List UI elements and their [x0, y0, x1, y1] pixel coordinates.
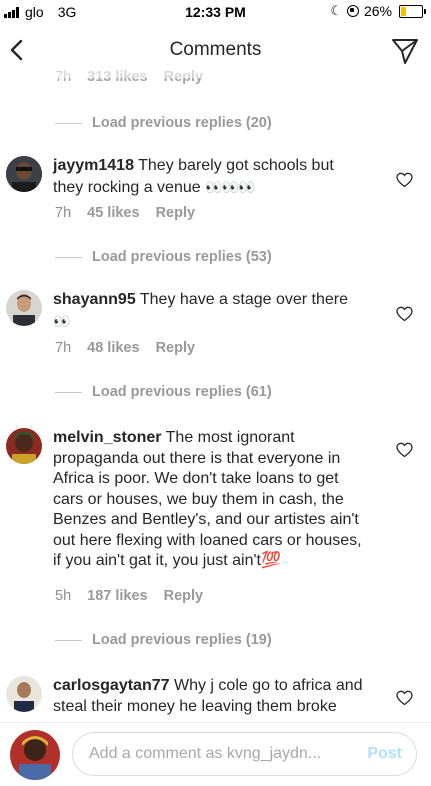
reply-button[interactable]: Reply — [164, 588, 204, 604]
comment-time: 5h — [55, 588, 72, 604]
avatar[interactable] — [6, 290, 42, 326]
comment-input-box[interactable]: Post — [72, 732, 417, 776]
comment-text: The most ignorant propaganda out there i… — [53, 429, 362, 569]
divider-line — [55, 122, 82, 124]
comment-time: 7h — [55, 340, 72, 356]
comment-meta: 5h 187 likes Reply — [55, 588, 203, 604]
comment-username[interactable]: carlosgaytan77 — [53, 677, 170, 694]
load-previous-label: Load previous replies (61) — [92, 384, 272, 400]
reply-button[interactable]: Reply — [156, 205, 196, 221]
orientation-lock-icon — [346, 5, 359, 17]
moon-icon: ☾ — [330, 3, 342, 18]
heart-icon[interactable] — [396, 306, 413, 322]
battery-icon — [399, 4, 426, 18]
comment-text: They have a stage over there — [139, 291, 348, 308]
comment-username[interactable]: shayann95 — [53, 291, 136, 308]
load-previous-label: Load previous replies (19) — [92, 632, 272, 648]
reply-button[interactable]: Reply — [156, 340, 196, 356]
comment-body: melvin_stoner The most ignorant propagan… — [53, 428, 363, 572]
heart-icon[interactable] — [396, 442, 413, 458]
load-previous-label: Load previous replies (53) — [92, 249, 272, 265]
comments-list[interactable]: 7h 313 likes Reply Load previous replies… — [0, 64, 431, 722]
comment-body: jayym1418 They barely got schools but th… — [53, 156, 363, 198]
avatar[interactable] — [6, 428, 42, 464]
divider-line — [55, 639, 82, 641]
comment-likes[interactable]: 45 likes — [87, 205, 139, 221]
comment-composer: Post — [0, 722, 431, 786]
page-title: Comments — [169, 39, 262, 60]
heart-icon[interactable] — [396, 690, 413, 706]
comment-emoji: 👀 — [53, 312, 70, 329]
status-bar: glo 3G 12:33 PM ☾ 26% — [0, 0, 431, 24]
comment-emoji: 👀👀👀 — [205, 178, 255, 195]
comment-likes[interactable]: 187 likes — [87, 588, 147, 604]
comment-likes[interactable]: 48 likes — [87, 340, 139, 356]
load-previous-replies[interactable]: Load previous replies (20) — [55, 115, 272, 131]
status-right: ☾ 26% — [330, 3, 426, 19]
load-previous-replies[interactable]: Load previous replies (19) — [55, 632, 272, 648]
divider-line — [55, 256, 82, 258]
heart-icon[interactable] — [396, 172, 413, 188]
comment-time: 7h — [55, 205, 72, 221]
current-user-avatar — [10, 730, 60, 780]
comment-meta: 7h 48 likes Reply — [55, 340, 195, 356]
avatar[interactable] — [6, 156, 42, 192]
comment-emoji: 💯 — [261, 552, 281, 569]
avatar[interactable] — [6, 676, 42, 712]
direct-share-icon[interactable] — [391, 37, 419, 65]
comment-meta: 7h 45 likes Reply — [55, 205, 195, 221]
divider-line — [55, 391, 82, 393]
comment-body: carlosgaytan77 Why j cole go to africa a… — [53, 676, 363, 717]
load-previous-label: Load previous replies (20) — [92, 115, 272, 131]
comment-input[interactable] — [87, 744, 360, 764]
load-previous-replies[interactable]: Load previous replies (61) — [55, 384, 272, 400]
load-previous-replies[interactable]: Load previous replies (53) — [55, 249, 272, 265]
post-button[interactable]: Post — [367, 745, 402, 763]
comment-body: shayann95 They have a stage over there 👀 — [53, 290, 363, 332]
battery-percent: 26% — [363, 3, 392, 19]
comment-username[interactable]: melvin_stoner — [53, 429, 161, 446]
scroll-edge-fade — [0, 64, 431, 78]
comment-username[interactable]: jayym1418 — [53, 157, 134, 174]
